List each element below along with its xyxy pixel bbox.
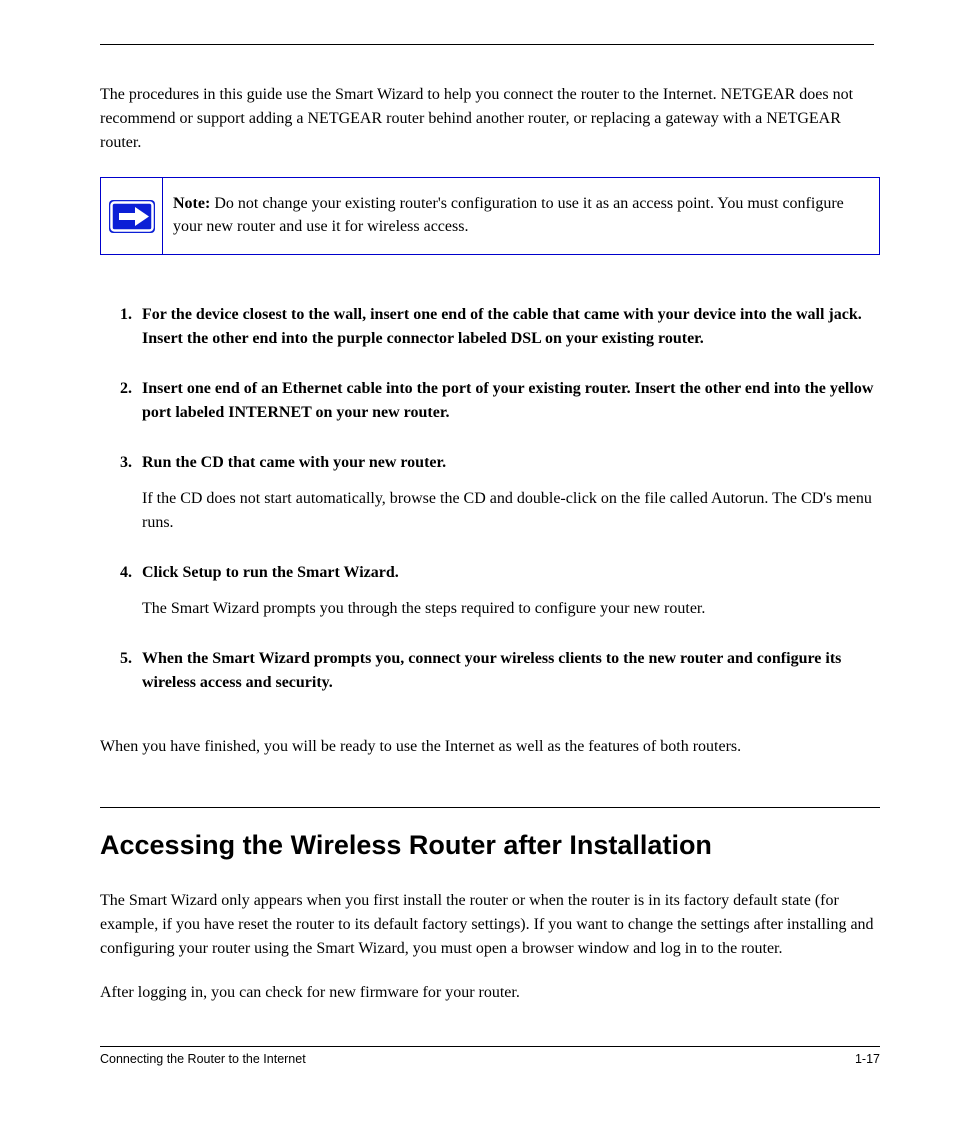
footer-left: Connecting the Router to the Internet [100, 1052, 306, 1066]
note-icon-cell [101, 178, 163, 254]
top-rule [100, 44, 874, 45]
step-1: For the device closest to the wall, inse… [120, 303, 874, 351]
section-heading: Accessing the Wireless Router after Inst… [100, 830, 874, 861]
note-box: Note: Do not change your existing router… [100, 177, 880, 255]
note-text: Note: Do not change your existing router… [163, 178, 879, 254]
step-5: When the Smart Wizard prompts you, conne… [120, 647, 874, 695]
step-4-sub: The Smart Wizard prompts you through the… [142, 597, 874, 621]
note-body: Do not change your existing router's con… [173, 195, 844, 235]
steps-list: For the device closest to the wall, inse… [100, 303, 874, 695]
section-body-1: The Smart Wizard only appears when you f… [100, 889, 874, 961]
note-label: Note: [173, 195, 210, 212]
intro-paragraph: The procedures in this guide use the Sma… [100, 83, 874, 155]
step-4: Click Setup to run the Smart Wizard. The… [120, 561, 874, 621]
step-4-text: Click Setup to run the Smart Wizard. [142, 564, 399, 581]
section-body-2: After logging in, you can check for new … [100, 981, 874, 1005]
step-2-text: Insert one end of an Ethernet cable into… [142, 380, 873, 421]
section-rule [100, 807, 880, 808]
closing-paragraph: When you have finished, you will be read… [100, 735, 874, 759]
footer: Connecting the Router to the Internet 1-… [100, 1052, 880, 1066]
step-3-text: Run the CD that came with your new route… [142, 454, 446, 471]
step-3-sub: If the CD does not start automatically, … [142, 487, 874, 535]
step-5-text: When the Smart Wizard prompts you, conne… [142, 650, 841, 691]
footer-rule [100, 1046, 880, 1047]
step-1-text: For the device closest to the wall, inse… [142, 306, 862, 347]
step-2: Insert one end of an Ethernet cable into… [120, 377, 874, 425]
step-3: Run the CD that came with your new route… [120, 451, 874, 535]
arrow-right-icon [109, 200, 155, 233]
footer-right: 1-17 [855, 1052, 880, 1066]
